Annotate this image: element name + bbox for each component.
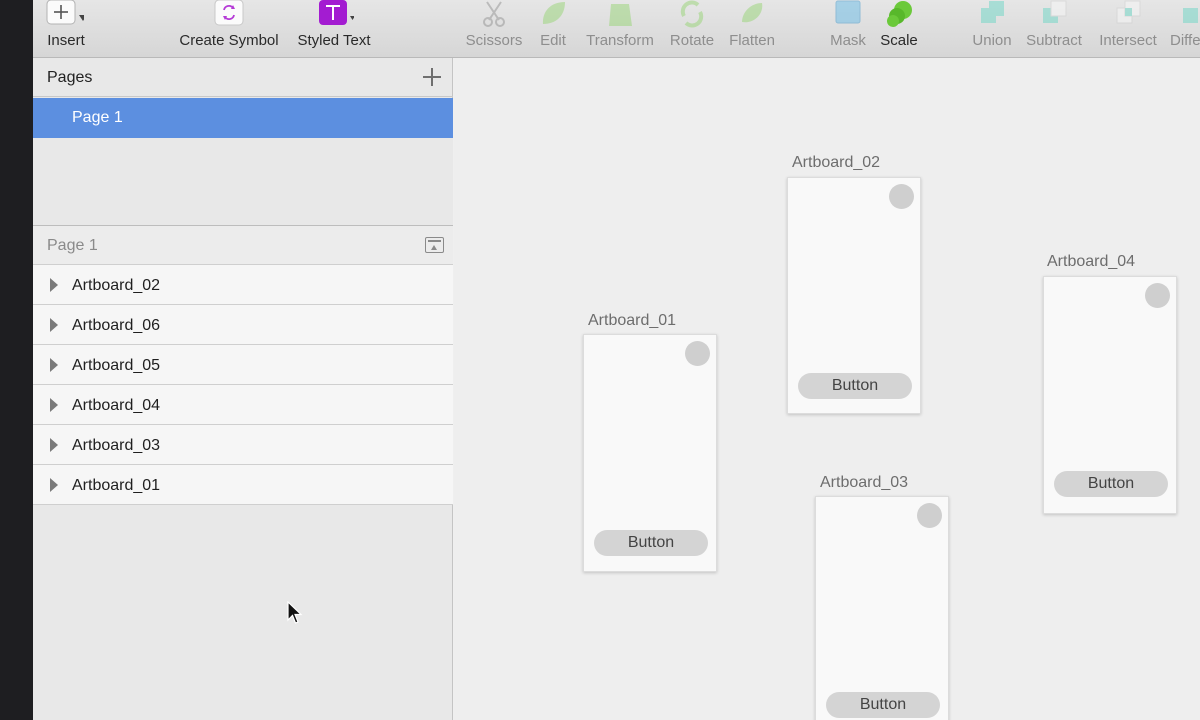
union-label: Union — [972, 32, 1012, 49]
mask-icon — [835, 0, 861, 24]
export-icon[interactable] — [425, 237, 444, 253]
layer-row[interactable]: Artboard_03 — [33, 425, 453, 465]
page-item-label: Page 1 — [72, 109, 123, 126]
canvas[interactable]: Artboard_01 Button Artboard_02 Button Ar… — [454, 58, 1200, 720]
symbol-icon — [214, 0, 244, 26]
layers-page-title: Page 1 — [47, 237, 98, 254]
artboard-title[interactable]: Artboard_02 — [792, 154, 880, 172]
disclosure-triangle-icon[interactable] — [50, 318, 58, 332]
artboard[interactable]: Button — [787, 177, 921, 414]
layer-name: Artboard_01 — [72, 477, 161, 494]
intersect-label: Intersect — [1099, 32, 1157, 49]
artboard-button[interactable]: Button — [594, 530, 708, 556]
artboard-title[interactable]: Artboard_03 — [820, 474, 908, 492]
mask-label: Mask — [830, 32, 866, 49]
insert-button[interactable]: Insert — [33, 0, 99, 58]
difference-label: Diffe — [1170, 32, 1200, 49]
layer-list: Artboard_02 Artboard_06 Artboard_05 Artb… — [33, 265, 453, 505]
layer-name: Artboard_02 — [72, 277, 161, 294]
union-button[interactable]: Union — [969, 0, 1015, 58]
pages-header: Pages — [33, 58, 453, 97]
insert-label: Insert — [47, 32, 85, 49]
rotate-icon — [680, 0, 704, 28]
add-page-icon[interactable] — [421, 66, 443, 88]
artboard[interactable]: Button — [583, 334, 717, 572]
scissors-label: Scissors — [465, 32, 523, 49]
transform-label: Transform — [586, 32, 654, 49]
scale-label: Scale — [880, 32, 918, 49]
edit-button[interactable]: Edit — [533, 0, 573, 58]
layer-row[interactable]: Artboard_01 — [33, 465, 453, 505]
scissors-icon — [483, 1, 505, 27]
disclosure-triangle-icon[interactable] — [50, 478, 58, 492]
avatar-placeholder — [1145, 283, 1170, 308]
layers-header: Page 1 — [33, 226, 453, 265]
disclosure-triangle-icon[interactable] — [50, 398, 58, 412]
layer-name: Artboard_03 — [72, 437, 161, 454]
sidebar: Pages Page 1 Page 1 Artboard_02 Artboard… — [33, 58, 453, 720]
create-symbol-label: Create Symbol — [179, 32, 279, 49]
difference-icon — [1183, 8, 1198, 23]
transform-icon — [609, 4, 632, 26]
edit-icon — [542, 2, 565, 24]
subtract-icon — [1043, 0, 1067, 23]
plus-icon — [46, 0, 84, 25]
artboard-title[interactable]: Artboard_01 — [588, 312, 676, 330]
create-symbol-button[interactable]: Create Symbol — [173, 0, 285, 58]
pages-title: Pages — [47, 69, 93, 86]
rotate-label: Rotate — [669, 32, 715, 49]
disclosure-triangle-icon[interactable] — [50, 278, 58, 292]
artboard-button[interactable]: Button — [798, 373, 912, 399]
artboard-button[interactable]: Button — [1054, 471, 1168, 497]
subtract-label: Subtract — [1026, 32, 1082, 49]
window-edge — [0, 0, 33, 720]
styled-text-button[interactable]: Styled Text — [291, 0, 377, 58]
disclosure-triangle-icon[interactable] — [50, 358, 58, 372]
union-icon — [981, 1, 1004, 23]
avatar-placeholder — [889, 184, 914, 209]
avatar-placeholder — [685, 341, 710, 366]
intersect-icon — [1116, 0, 1141, 24]
layer-row[interactable]: Artboard_02 — [33, 265, 453, 305]
mask-button[interactable]: Mask — [827, 0, 869, 58]
disclosure-triangle-icon[interactable] — [50, 438, 58, 452]
layer-name: Artboard_06 — [72, 317, 161, 334]
layer-row[interactable]: Artboard_06 — [33, 305, 453, 345]
edit-label: Edit — [540, 32, 566, 49]
artboard-title[interactable]: Artboard_04 — [1047, 253, 1135, 271]
styled-text-label: Styled Text — [297, 32, 371, 49]
mouse-cursor-icon — [287, 601, 303, 624]
flatten-label: Flatten — [729, 32, 775, 49]
scale-icon — [887, 1, 912, 27]
scissors-button[interactable]: Scissors — [461, 0, 527, 58]
scale-button[interactable]: Scale — [879, 0, 919, 58]
flatten-icon — [742, 3, 763, 23]
layer-row[interactable]: Artboard_04 — [33, 385, 453, 425]
text-icon — [319, 0, 354, 25]
artboard-button[interactable]: Button — [826, 692, 940, 718]
layer-name: Artboard_05 — [72, 357, 161, 374]
layer-row[interactable]: Artboard_05 — [33, 345, 453, 385]
toolbar: Insert Create Symbol Styled Text Scissor… — [33, 0, 1200, 58]
subtract-button[interactable]: Subtract — [1021, 0, 1087, 58]
layer-name: Artboard_04 — [72, 397, 161, 414]
transform-button[interactable]: Transform — [583, 0, 657, 58]
difference-button[interactable]: Diffe — [1169, 0, 1200, 58]
artboard[interactable]: Button — [815, 496, 949, 720]
rotate-button[interactable]: Rotate — [667, 0, 717, 58]
flatten-button[interactable]: Flatten — [727, 0, 777, 58]
avatar-placeholder — [917, 503, 942, 528]
pages-list-area — [33, 138, 453, 226]
artboard[interactable]: Button — [1043, 276, 1177, 514]
page-item-selected[interactable]: Page 1 — [33, 98, 453, 138]
intersect-button[interactable]: Intersect — [1095, 0, 1161, 58]
